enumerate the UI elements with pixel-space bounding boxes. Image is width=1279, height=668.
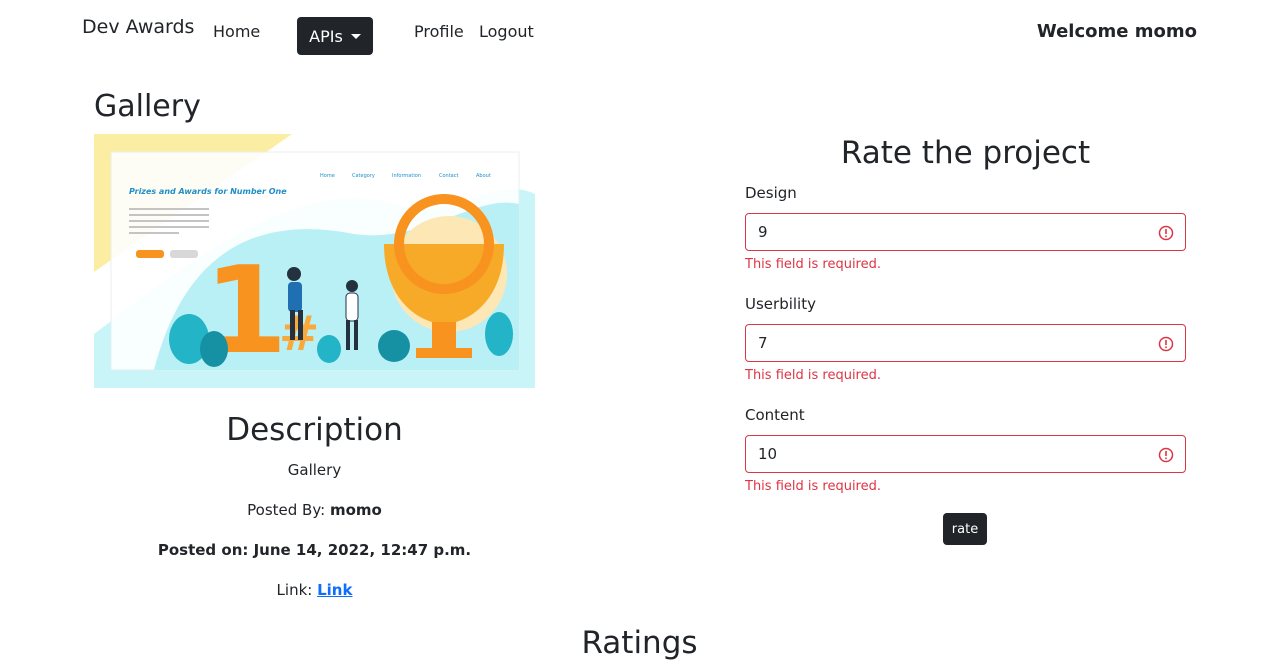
project-illustration: Prizes and Awards for Number One Home Ca… (94, 134, 535, 388)
userbility-error: This field is required. (745, 368, 881, 383)
userbility-value: 7 (758, 334, 768, 352)
image-headline: Prizes and Awards for Number One (129, 187, 287, 196)
posted-by-user: momo (329, 501, 382, 519)
link-label: Link: (276, 581, 318, 599)
userbility-input[interactable]: 7 (745, 324, 1186, 362)
posted-by-label: Posted By: (247, 501, 330, 519)
image-menu-category: Category (352, 173, 375, 179)
ratings-title: Ratings (581, 625, 698, 661)
apis-label: APIs (309, 26, 343, 46)
design-input[interactable]: 9 (745, 213, 1186, 251)
nav-home-link[interactable]: Home (213, 22, 260, 41)
project-link[interactable]: Link (317, 581, 352, 599)
content-input[interactable]: 10 (745, 435, 1186, 473)
design-label: Design (745, 184, 797, 202)
rate-title: Rate the project (840, 135, 1091, 171)
content-value: 10 (758, 445, 778, 463)
error-icon (1158, 447, 1174, 463)
welcome-text: Welcome momo (1036, 21, 1197, 42)
posted-on: Posted on: June 14, 2022, 12:47 p.m. (157, 541, 472, 559)
caret-down-icon (350, 33, 361, 39)
description-title: Description (226, 412, 403, 448)
brand-link[interactable]: Dev Awards (82, 16, 194, 38)
description-text: Gallery (287, 461, 342, 479)
project-image: Prizes and Awards for Number One Home Ca… (94, 134, 535, 388)
posted-by: Posted By: momo (94, 501, 535, 519)
content-error: This field is required. (745, 479, 881, 494)
nav-logout-link[interactable]: Logout (479, 22, 534, 41)
image-menu-contact: Contact (439, 173, 458, 179)
image-menu-about: About (476, 173, 491, 179)
apis-dropdown-button[interactable]: APIs (297, 17, 373, 55)
design-value: 9 (758, 223, 768, 241)
image-menu-information: Information (392, 173, 421, 179)
rate-button[interactable]: rate (943, 513, 987, 545)
nav-profile-link[interactable]: Profile (414, 22, 464, 41)
project-link-line: Link: Link (94, 581, 535, 599)
error-icon (1158, 225, 1174, 241)
content-label: Content (745, 406, 805, 424)
userbility-label: Userbility (745, 295, 816, 313)
gallery-title: Gallery (94, 89, 201, 124)
image-menu-home: Home (320, 173, 335, 179)
design-error: This field is required. (745, 257, 881, 272)
error-icon (1158, 336, 1174, 352)
